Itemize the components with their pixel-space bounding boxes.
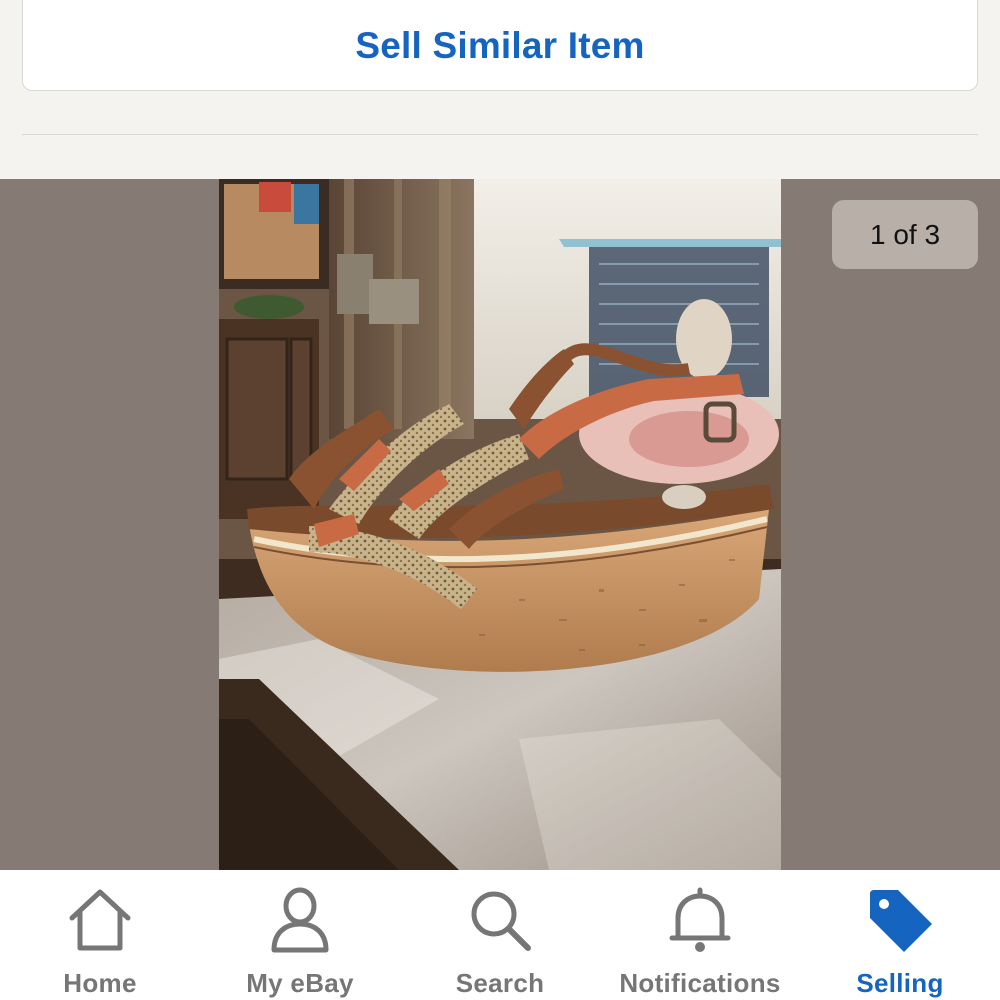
wedge-sandal-photo: [219, 179, 781, 870]
divider: [22, 134, 978, 135]
home-icon: [64, 884, 136, 956]
tab-selling[interactable]: Selling: [800, 870, 1000, 1000]
sell-similar-item-label: Sell Similar Item: [355, 24, 645, 66]
image-counter-label: 1 of 3: [869, 218, 941, 250]
top-area: Sell Similar Item: [0, 0, 1000, 179]
tab-search-label: Search: [455, 968, 545, 998]
tab-home[interactable]: Home: [0, 870, 200, 1000]
tab-my-ebay-label: My eBay: [246, 968, 354, 998]
tab-my-ebay[interactable]: My eBay: [200, 870, 400, 1000]
tab-notifications[interactable]: Notifications: [600, 870, 800, 1000]
tab-home-label: Home: [63, 968, 137, 998]
image-counter: 1 of 3: [832, 200, 978, 269]
item-photo[interactable]: [219, 179, 781, 870]
tab-search[interactable]: Search: [400, 870, 600, 1000]
tab-selling-label: Selling: [856, 968, 944, 998]
bottom-tab-bar: Home My eBay Search Notifications Sellin…: [0, 870, 1000, 1000]
price-tag-icon: [864, 884, 936, 956]
user-icon: [264, 884, 336, 956]
tab-notifications-label: Notifications: [619, 968, 781, 998]
sell-similar-item-button[interactable]: Sell Similar Item: [22, 0, 978, 91]
bell-icon: [664, 884, 736, 956]
image-gallery[interactable]: 1 of 3: [0, 179, 1000, 870]
search-icon: [464, 884, 536, 956]
